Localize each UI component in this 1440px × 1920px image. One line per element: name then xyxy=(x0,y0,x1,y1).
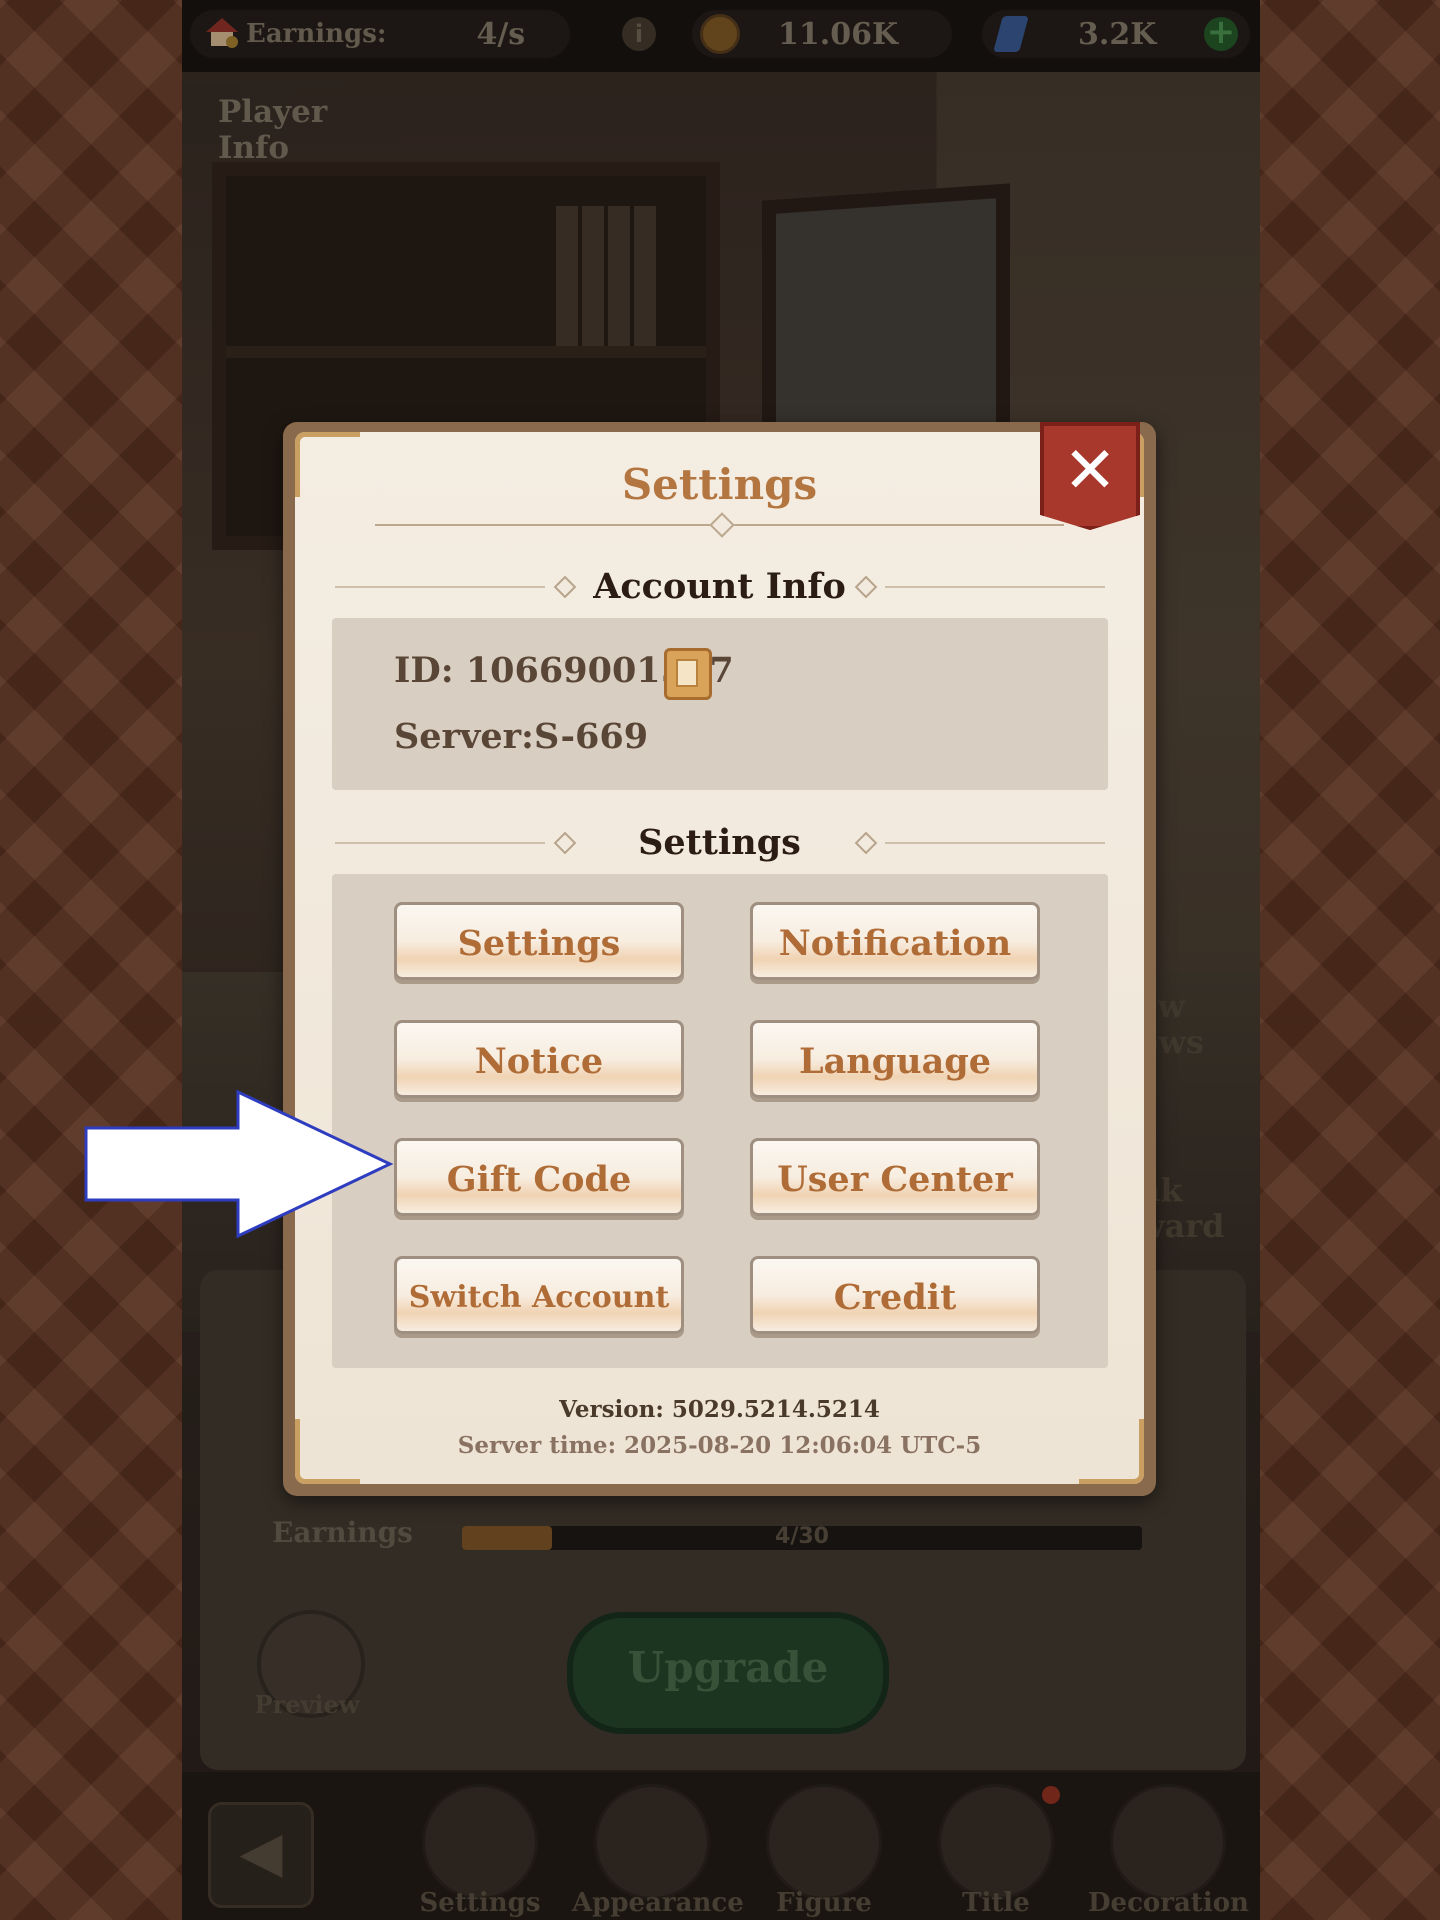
settings-dialog: Settings Account Info ID: 10669001517 Se… xyxy=(283,422,1156,1496)
section-divider xyxy=(885,842,1105,844)
account-info-box: ID: 10669001517 Server:S-669 xyxy=(332,618,1108,790)
notification-button[interactable]: Notification xyxy=(750,902,1040,980)
settings-button-grid: Settings Notification Notice Language Gi… xyxy=(332,874,1108,1368)
settings-button[interactable]: Settings xyxy=(394,902,684,980)
version-text: Version: 5029.5214.5214 xyxy=(559,1396,880,1423)
close-icon[interactable]: ✕ xyxy=(1040,422,1140,530)
copy-icon[interactable] xyxy=(664,648,712,700)
right-side-pattern xyxy=(1258,0,1440,1920)
notice-button[interactable]: Notice xyxy=(394,1020,684,1098)
gift-code-button[interactable]: Gift Code xyxy=(394,1138,684,1216)
switch-account-button[interactable]: Switch Account xyxy=(394,1256,684,1334)
dialog-title: Settings xyxy=(621,460,818,509)
section-divider xyxy=(885,586,1105,588)
pointer-arrow-icon xyxy=(84,1090,394,1238)
server-time-text: Server time: 2025-08-20 12:06:04 UTC-5 xyxy=(457,1432,982,1459)
title-divider-ornament xyxy=(708,512,735,538)
user-center-button[interactable]: User Center xyxy=(750,1138,1040,1216)
dialog-body: Settings Account Info ID: 10669001517 Se… xyxy=(295,432,1144,1484)
server-text: Server:S-669 xyxy=(394,716,649,757)
language-button[interactable]: Language xyxy=(750,1020,1040,1098)
left-side-pattern xyxy=(0,0,182,1920)
credit-button[interactable]: Credit xyxy=(750,1256,1040,1334)
